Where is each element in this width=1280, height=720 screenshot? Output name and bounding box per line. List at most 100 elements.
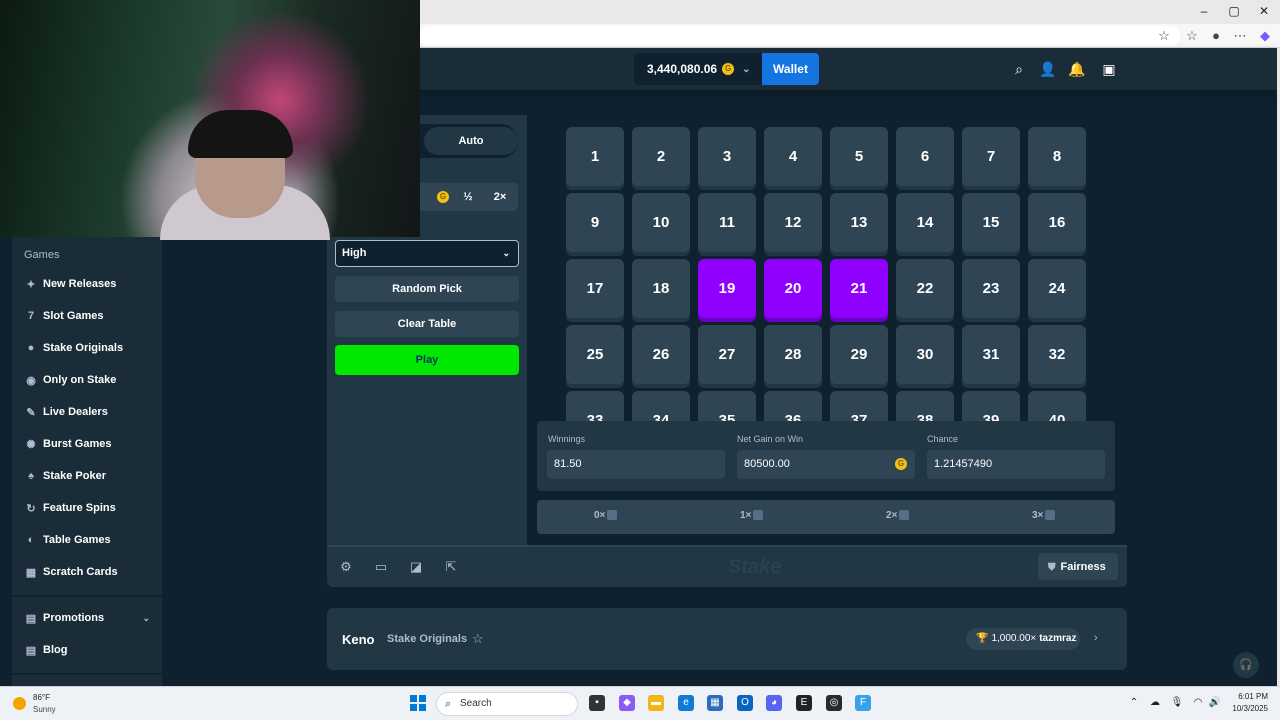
chevron-right-icon[interactable]: ›: [1094, 632, 1098, 644]
volume-icon[interactable]: 🔊: [1208, 697, 1222, 708]
keno-tile[interactable]: 39: [962, 391, 1020, 421]
sidebar-item-burst-games[interactable]: ✺ Burst Games: [24, 434, 160, 454]
sidebar-item-promotions[interactable]: ▤ Promotions ⌄: [24, 608, 160, 628]
edge-browser-icon[interactable]: e: [678, 695, 694, 711]
copilot-icon[interactable]: ◆: [1256, 28, 1274, 44]
sidebar-item-table-games[interactable]: ◐ Table Games: [24, 530, 160, 550]
double-bet-button[interactable]: 2×: [488, 185, 512, 209]
keno-tile[interactable]: 32: [1028, 325, 1086, 384]
app-f-icon[interactable]: F: [855, 695, 871, 711]
favorite-star-icon[interactable]: ☆: [1155, 28, 1173, 44]
keno-tile[interactable]: 25: [566, 325, 624, 384]
stats-chart-icon[interactable]: ◪: [408, 559, 424, 575]
keno-tile[interactable]: 22: [896, 259, 954, 318]
keno-tile[interactable]: 30: [896, 325, 954, 384]
sidebar-item-only-on-stake[interactable]: ◉ Only on Stake: [24, 370, 160, 390]
keno-tile[interactable]: 35: [698, 391, 756, 421]
keno-tile[interactable]: 18: [632, 259, 690, 318]
keno-tile[interactable]: 36: [764, 391, 822, 421]
keno-tile[interactable]: 1: [566, 127, 624, 186]
file-explorer-icon[interactable]: ▬: [648, 695, 664, 711]
keno-tile[interactable]: 38: [896, 391, 954, 421]
keno-tile[interactable]: 23: [962, 259, 1020, 318]
wallet-button[interactable]: Wallet: [762, 53, 819, 85]
onedrive-icon[interactable]: ☁: [1148, 697, 1162, 708]
game-category-link[interactable]: Stake Originals: [387, 633, 467, 645]
sidebar-item-stake-poker[interactable]: ♠ Stake Poker: [24, 466, 160, 486]
sidebar-item-scratch-cards[interactable]: ▦ Scratch Cards: [24, 562, 160, 582]
keno-tile[interactable]: 17: [566, 259, 624, 318]
risk-select[interactable]: High ⌄: [335, 240, 519, 267]
clock-time[interactable]: 6:01 PM: [1226, 692, 1268, 701]
multiplier-1[interactable]: 1×: [740, 510, 764, 521]
support-chat-icon[interactable]: 🎧: [1233, 652, 1259, 678]
sidebar-item-blog[interactable]: ▤ Blog: [24, 640, 160, 660]
task-view-icon[interactable]: ▪: [589, 695, 605, 711]
notification-bell-icon[interactable]: 🔔: [1068, 60, 1086, 78]
keno-tile[interactable]: 4: [764, 127, 822, 186]
clock-date[interactable]: 10/3/2025: [1226, 704, 1268, 713]
random-pick-button[interactable]: Random Pick: [335, 276, 519, 302]
copilot-app-icon[interactable]: ◆: [619, 695, 635, 711]
keno-tile[interactable]: 33: [566, 391, 624, 421]
keno-tile-selected[interactable]: 20: [764, 259, 822, 318]
minimize-icon[interactable]: –: [1196, 4, 1212, 18]
discord-icon[interactable]: ◕: [766, 695, 782, 711]
outlook-icon[interactable]: O: [737, 695, 753, 711]
sidebar-item-stake-originals[interactable]: ● Stake Originals: [24, 338, 160, 358]
favorite-star-icon[interactable]: ☆: [472, 631, 484, 647]
record-multiplier-badge[interactable]: 🏆 1,000.00× tazmraz: [966, 628, 1080, 650]
half-bet-button[interactable]: ½: [456, 185, 480, 209]
keno-tile[interactable]: 10: [632, 193, 690, 252]
keno-tile[interactable]: 27: [698, 325, 756, 384]
balance-display[interactable]: 3,440,080.06 G ⌄: [634, 53, 762, 85]
keno-tile[interactable]: 16: [1028, 193, 1086, 252]
wifi-icon[interactable]: ◠: [1191, 697, 1205, 708]
epic-games-icon[interactable]: E: [796, 695, 812, 711]
keno-tile[interactable]: 6: [896, 127, 954, 186]
tray-chevron-up-icon[interactable]: ⌃: [1127, 697, 1141, 708]
keno-tile[interactable]: 13: [830, 193, 888, 252]
clear-table-button[interactable]: Clear Table: [335, 311, 519, 337]
keno-tile-selected[interactable]: 21: [830, 259, 888, 318]
keno-tile[interactable]: 5: [830, 127, 888, 186]
multiplier-0[interactable]: 0×: [594, 510, 618, 521]
play-button[interactable]: Play: [335, 345, 519, 375]
taskbar-search[interactable]: ⌕ Search: [436, 692, 578, 716]
keno-tile[interactable]: 3: [698, 127, 756, 186]
sidebar-item-slot-games[interactable]: 7 Slot Games: [24, 306, 160, 326]
tab-auto[interactable]: Auto: [424, 127, 518, 155]
keno-tile[interactable]: 31: [962, 325, 1020, 384]
keno-tile[interactable]: 11: [698, 193, 756, 252]
keno-tile[interactable]: 26: [632, 325, 690, 384]
url-input[interactable]: [420, 26, 1180, 46]
keno-tile[interactable]: 34: [632, 391, 690, 421]
chat-icon[interactable]: ▣: [1100, 60, 1118, 78]
sun-icon[interactable]: [13, 697, 26, 710]
keno-tile[interactable]: 29: [830, 325, 888, 384]
windows-start-icon[interactable]: [410, 695, 426, 711]
sidebar-item-new-releases[interactable]: ✦ New Releases: [24, 274, 160, 294]
multiplier-3[interactable]: 3×: [1032, 510, 1056, 521]
fairness-button[interactable]: ⛊ Fairness: [1038, 553, 1118, 580]
keno-tile[interactable]: 24: [1028, 259, 1086, 318]
keno-tile[interactable]: 9: [566, 193, 624, 252]
obs-icon[interactable]: ◎: [826, 695, 842, 711]
maximize-icon[interactable]: ▢: [1226, 4, 1242, 18]
keno-tile[interactable]: 15: [962, 193, 1020, 252]
keno-tile[interactable]: 2: [632, 127, 690, 186]
store-icon[interactable]: ▦: [707, 695, 723, 711]
popout-icon[interactable]: ⇱: [443, 559, 459, 575]
keno-tile[interactable]: 40: [1028, 391, 1086, 421]
search-icon[interactable]: ⌕: [1010, 60, 1028, 78]
keno-tile[interactable]: 28: [764, 325, 822, 384]
close-icon[interactable]: ✕: [1256, 4, 1272, 18]
microphone-icon[interactable]: 🎙: [1170, 697, 1184, 708]
keno-tile[interactable]: 14: [896, 193, 954, 252]
keno-tile-selected[interactable]: 19: [698, 259, 756, 318]
sidebar-item-live-dealers[interactable]: ✎ Live Dealers: [24, 402, 160, 422]
multiplier-2[interactable]: 2×: [886, 510, 910, 521]
profile-icon[interactable]: ●: [1207, 28, 1225, 43]
keno-tile[interactable]: 12: [764, 193, 822, 252]
user-icon[interactable]: 👤: [1039, 60, 1057, 78]
